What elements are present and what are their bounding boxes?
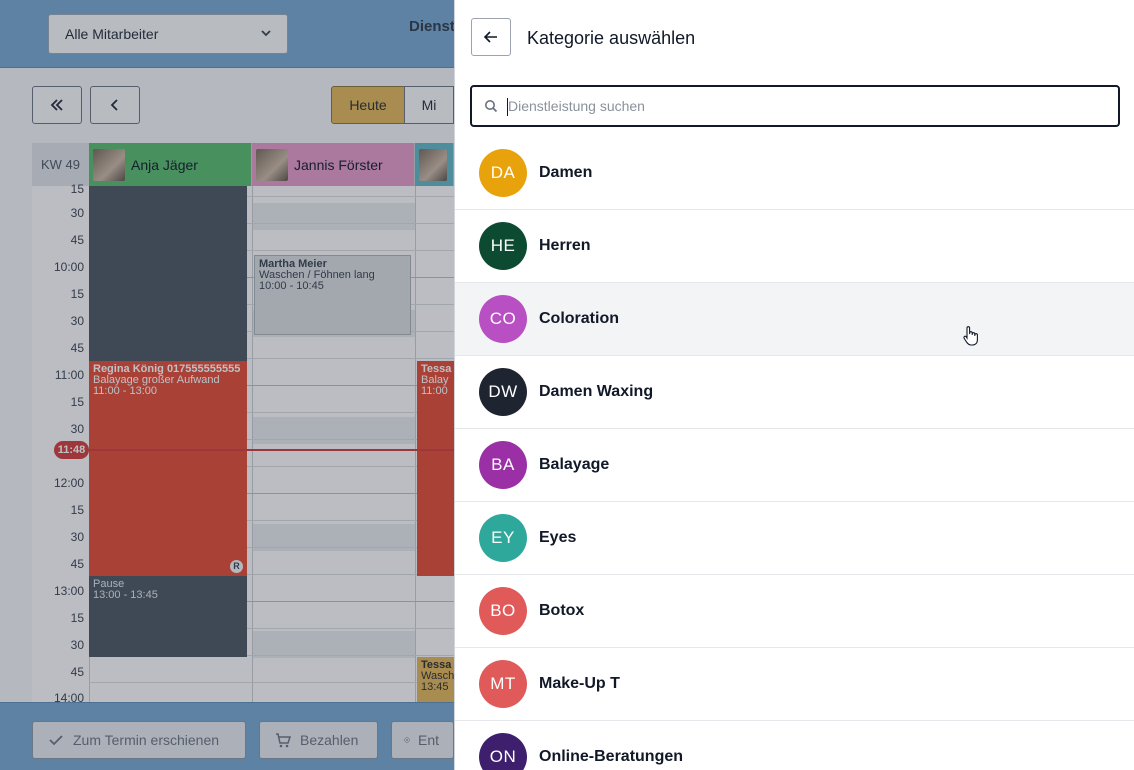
category-avatar: MT (479, 660, 527, 708)
category-avatar: BA (479, 441, 527, 489)
hand-cursor-icon (963, 326, 978, 346)
category-avatar: HE (479, 222, 527, 270)
category-avatar: DW (479, 368, 527, 416)
category-label: Coloration (539, 310, 619, 327)
category-label: Balayage (539, 456, 610, 473)
category-avatar: DA (479, 149, 527, 197)
category-avatar: ON (479, 733, 527, 770)
search-box[interactable] (470, 85, 1120, 127)
text-caret (507, 98, 508, 116)
category-item-balayage[interactable]: BA Balayage (455, 429, 1134, 502)
category-item-eyes[interactable]: EY Eyes (455, 502, 1134, 575)
category-item-botox[interactable]: BO Botox (455, 575, 1134, 648)
category-label: Make-Up T (539, 675, 620, 692)
category-item-coloration[interactable]: CO Coloration (455, 283, 1134, 356)
category-list: DA Damen HE Herren CO Coloration DW Dame… (455, 137, 1134, 770)
category-avatar: CO (479, 295, 527, 343)
arrow-left-icon (483, 31, 497, 43)
category-label: Damen Waxing (539, 383, 654, 400)
category-label: Damen (539, 164, 593, 181)
modal-backdrop[interactable] (0, 0, 454, 770)
category-item-online-beratungen[interactable]: ON Online-Beratungen (455, 721, 1134, 770)
category-label: Herren (539, 237, 591, 254)
category-item-damen-waxing[interactable]: DW Damen Waxing (455, 356, 1134, 429)
category-avatar: BO (479, 587, 527, 635)
panel-title: Kategorie auswählen (527, 28, 696, 48)
search-input[interactable] (506, 93, 1106, 119)
category-avatar: EY (479, 514, 527, 562)
search-icon (485, 100, 498, 113)
category-item-damen[interactable]: DA Damen (455, 137, 1134, 210)
category-label: Eyes (539, 529, 577, 546)
category-panel: Kategorie auswählen DA Damen HE Herren C… (454, 0, 1134, 770)
category-label: Online-Beratungen (539, 748, 684, 765)
category-label: Botox (539, 602, 585, 619)
category-item-make-up[interactable]: MT Make-Up T (455, 648, 1134, 721)
back-button[interactable] (471, 18, 511, 56)
category-item-herren[interactable]: HE Herren (455, 210, 1134, 283)
